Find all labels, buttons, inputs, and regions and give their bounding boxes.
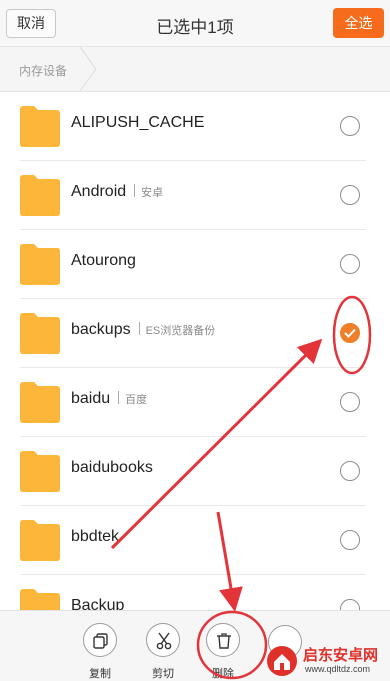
folder-icon [20, 382, 60, 423]
breadcrumb-item-internal-storage[interactable]: 内存设备 [19, 62, 67, 79]
select-checkbox[interactable] [340, 185, 360, 205]
select-checkbox[interactable] [340, 392, 360, 412]
file-row[interactable]: Backup [0, 575, 390, 610]
folder-icon [20, 451, 60, 492]
select-checkbox[interactable] [340, 530, 360, 550]
file-name: ALIPUSH_CACHE [71, 114, 205, 131]
select-checkbox[interactable] [340, 599, 360, 610]
file-name: Atourong [71, 252, 136, 269]
scissors-icon [156, 632, 172, 650]
file-name: bbdtek [71, 528, 120, 545]
watermark: 启东安卓网 www.qdltdz.com [265, 642, 390, 681]
watermark-text: 启东安卓网 [303, 647, 379, 664]
copy-label: 复制 [89, 668, 111, 680]
folder-icon [20, 589, 60, 610]
file-row[interactable]: backups ES浏览器备份 [0, 299, 390, 368]
cut-label: 剪切 [152, 668, 174, 680]
breadcrumb: 内存设备 [0, 46, 390, 92]
copy-icon [93, 633, 108, 649]
file-name: Backup [71, 597, 125, 610]
file-list: ALIPUSH_CACHE Android 安卓 Atourong backups… [0, 92, 390, 610]
file-name: baidu 百度 [71, 390, 148, 407]
select-all-button[interactable]: 全选 [333, 8, 384, 38]
trash-icon [217, 633, 231, 649]
cut-button[interactable]: 剪切 [141, 619, 189, 680]
select-checkbox-checked[interactable] [340, 323, 360, 343]
folder-icon [20, 520, 60, 561]
file-row[interactable]: Android 安卓 [0, 161, 390, 230]
folder-icon [20, 175, 60, 216]
checkmark-icon [344, 328, 356, 338]
file-name: backups ES浏览器备份 [71, 321, 216, 338]
select-checkbox[interactable] [340, 461, 360, 481]
page-title: 已选中1项 [156, 18, 234, 37]
folder-icon [20, 313, 60, 354]
file-description: ES浏览器备份 [145, 325, 216, 337]
file-description: 安卓 [141, 187, 164, 199]
file-description: 百度 [125, 394, 148, 406]
folder-icon [20, 244, 60, 285]
top-bar: 取消 已选中1项 全选 [0, 0, 390, 46]
file-name: baidubooks [71, 459, 153, 476]
watermark-logo-icon [267, 646, 297, 676]
file-row[interactable]: bbdtek [0, 506, 390, 575]
breadcrumb-chevron-icon [79, 47, 97, 91]
file-row[interactable]: ALIPUSH_CACHE [0, 92, 390, 161]
file-row[interactable]: baidu 百度 [0, 368, 390, 437]
select-checkbox[interactable] [340, 254, 360, 274]
file-row[interactable]: baidubooks [0, 437, 390, 506]
folder-icon [20, 106, 60, 147]
delete-button[interactable]: 删除 [201, 619, 249, 680]
file-name: Android 安卓 [71, 183, 164, 200]
copy-button[interactable]: 复制 [78, 619, 126, 680]
delete-label: 删除 [212, 668, 234, 680]
select-checkbox[interactable] [340, 116, 360, 136]
watermark-url: www.qdltdz.com [305, 664, 371, 674]
file-row[interactable]: Atourong [0, 230, 390, 299]
